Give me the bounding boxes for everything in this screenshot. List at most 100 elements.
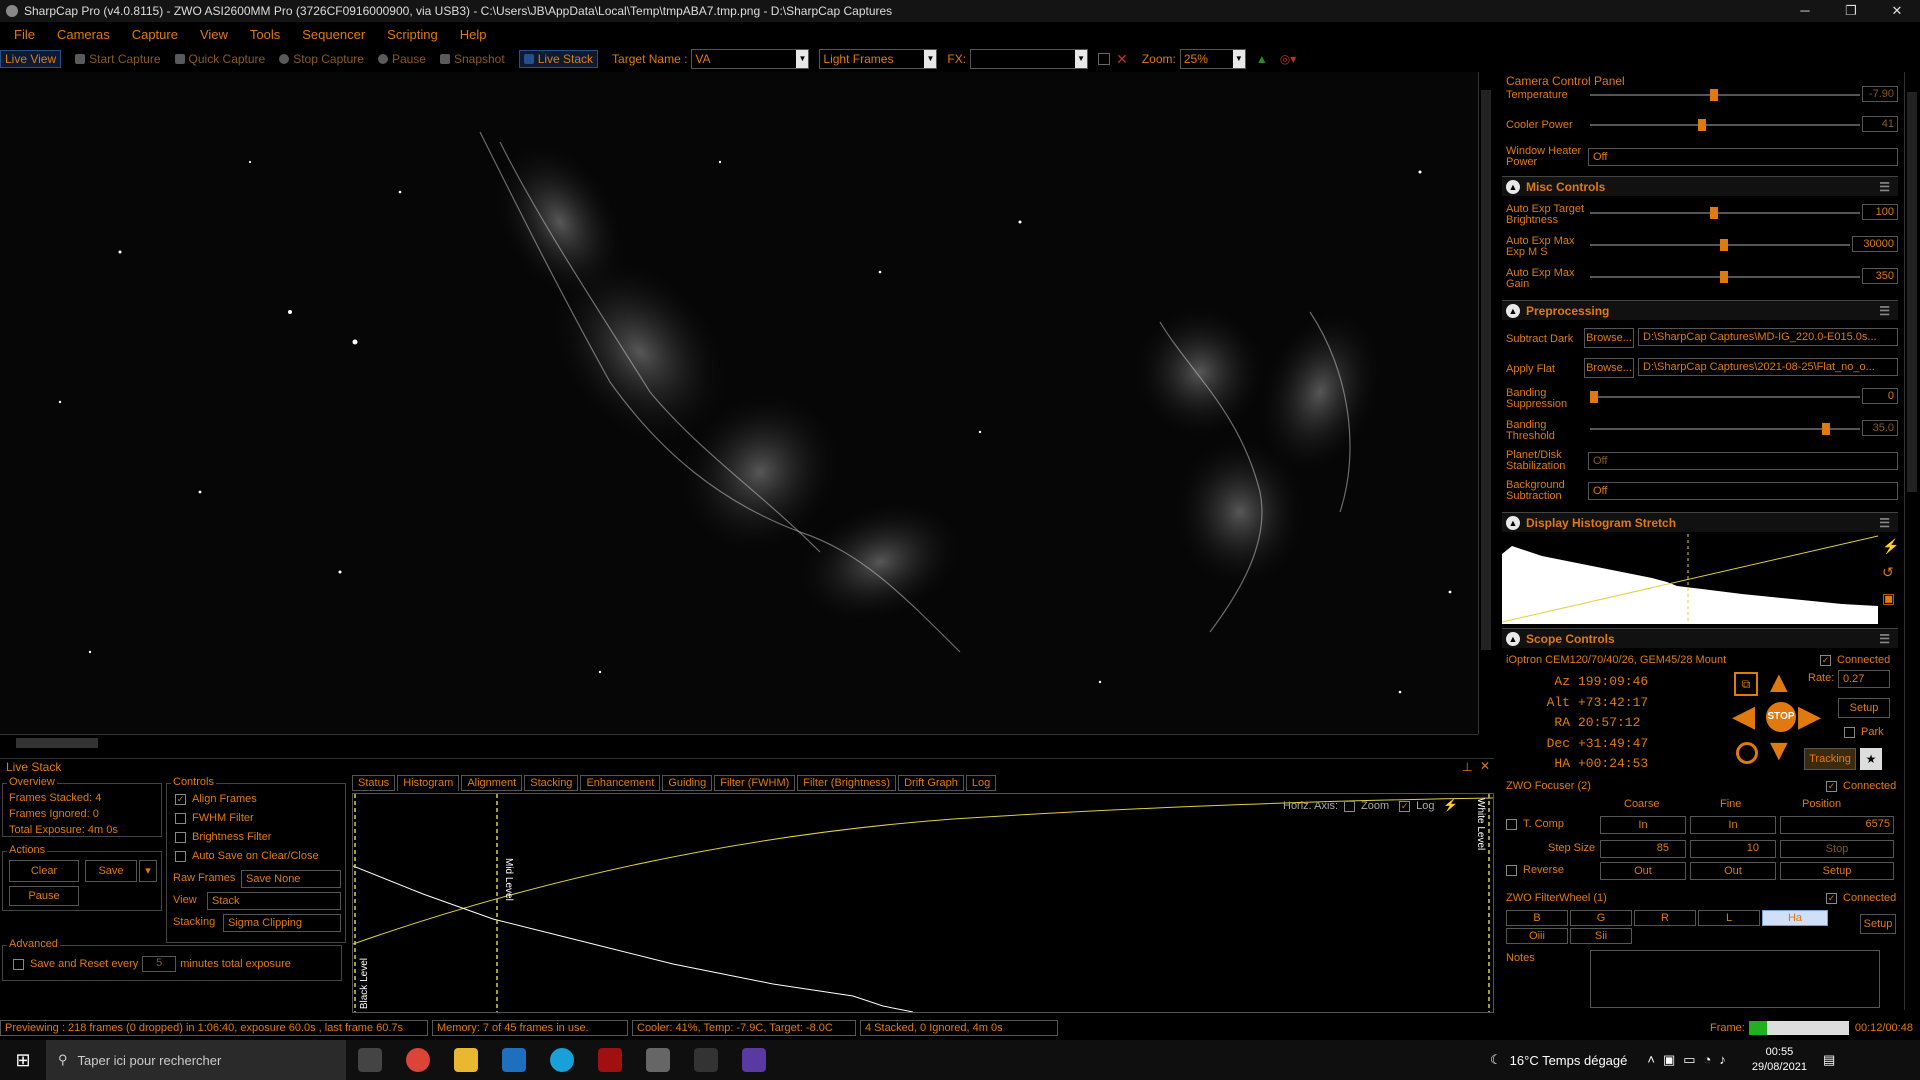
chevron-up-icon[interactable]: ▲ xyxy=(1506,303,1520,318)
filter-sii-button[interactable]: Sii xyxy=(1570,928,1632,944)
east-arrow-icon[interactable]: ▶ xyxy=(1798,702,1821,732)
chrome-icon[interactable] xyxy=(406,1048,430,1072)
banding-threshold-slider[interactable] xyxy=(1590,423,1860,435)
grid-icon[interactable] xyxy=(1098,53,1111,65)
task-view-icon[interactable] xyxy=(358,1048,382,1072)
reverse-checkbox[interactable]: Reverse xyxy=(1506,864,1564,876)
menu-help[interactable]: Help xyxy=(460,27,487,42)
focus-out-fine-button[interactable]: Out xyxy=(1690,862,1776,880)
focus-out-coarse-button[interactable]: Out xyxy=(1600,862,1686,880)
notifications-icon[interactable]: ▤ xyxy=(1823,1052,1835,1068)
west-arrow-icon[interactable]: ◀ xyxy=(1732,702,1755,732)
autosave-checkbox[interactable]: Auto Save on Clear/Close xyxy=(175,847,319,866)
temperature-slider[interactable] xyxy=(1590,89,1860,101)
tcomp-checkbox[interactable]: T. Comp xyxy=(1506,818,1564,830)
ae-target-slider[interactable] xyxy=(1590,207,1860,219)
frame-type-select[interactable]: Light Frames ▼ xyxy=(819,49,938,69)
close-button[interactable]: ✕ xyxy=(1874,3,1920,19)
maximize-button[interactable]: ❐ xyxy=(1828,3,1874,19)
chevron-up-icon[interactable]: ▲ xyxy=(1506,179,1520,194)
save-reset-checkbox[interactable] xyxy=(13,958,24,970)
banding-suppression-value[interactable]: 0 xyxy=(1862,388,1898,404)
park-checkbox[interactable]: Park xyxy=(1844,726,1884,738)
chevron-down-icon[interactable]: ▼ xyxy=(924,50,937,68)
system-tray-icons[interactable]: ˄▣▭◔♪ xyxy=(1647,1052,1734,1068)
zoom-tool-icon[interactable]: ◎▾ xyxy=(1280,52,1297,66)
telescope-app-icon[interactable] xyxy=(694,1048,718,1072)
menu-scripting[interactable]: Scripting xyxy=(387,27,438,42)
tab-stacking[interactable]: Stacking xyxy=(524,775,579,791)
quick-capture-button[interactable]: Quick Capture xyxy=(174,52,265,66)
chevron-up-icon[interactable]: ▲ xyxy=(1506,631,1520,646)
tab-guiding[interactable]: Guiding xyxy=(662,775,713,791)
ae-maxgain-slider[interactable] xyxy=(1590,271,1860,283)
filter-ha-button[interactable]: Ha xyxy=(1762,910,1828,926)
tab-alignment[interactable]: Alignment xyxy=(461,775,523,791)
scrollbar-thumb[interactable] xyxy=(16,738,98,748)
tab-filter-brightness[interactable]: Filter (Brightness) xyxy=(797,775,897,791)
mid-level-label[interactable]: Mid Level xyxy=(503,858,514,901)
pause-stack-button[interactable]: Pause xyxy=(9,886,79,906)
menu-icon[interactable]: ☰ xyxy=(1879,632,1890,646)
scope-connected-checkbox[interactable]: ✓ Connected xyxy=(1820,654,1890,666)
minimize-button[interactable]: ─ xyxy=(1782,3,1828,19)
pause-button[interactable]: Pause xyxy=(377,52,426,66)
fx-select[interactable]: ▼ xyxy=(970,49,1089,69)
banding-threshold-value[interactable]: 35.0 xyxy=(1862,420,1898,436)
misc-controls-header[interactable]: ▲ Misc Controls ☰ xyxy=(1502,176,1898,196)
notes-textarea[interactable] xyxy=(1590,950,1880,1008)
auto-stretch-icon[interactable]: ⚡ xyxy=(1882,538,1899,555)
planet-stabilization-select[interactable]: Off xyxy=(1588,452,1898,470)
slider-thumb[interactable] xyxy=(1590,391,1598,403)
windows-start-icon[interactable]: ⊞ xyxy=(0,1050,46,1071)
clear-button[interactable]: Clear xyxy=(9,860,79,882)
slider-thumb[interactable] xyxy=(1710,207,1718,219)
menu-view[interactable]: View xyxy=(200,27,228,42)
fwhm-filter-checkbox[interactable]: FWHM Filter xyxy=(175,809,319,828)
focuser-setup-button[interactable]: Setup xyxy=(1780,862,1894,880)
file-explorer-icon[interactable] xyxy=(454,1048,478,1072)
slider-thumb[interactable] xyxy=(1720,271,1728,283)
preprocessing-header[interactable]: ▲ Preprocessing ☰ xyxy=(1502,300,1898,320)
close-panel-icon[interactable]: ✕ xyxy=(1480,759,1490,773)
flat-file-select[interactable]: D:\SharpCap Captures\2021-08-25\Flat_no_… xyxy=(1638,358,1898,376)
slider-thumb[interactable] xyxy=(1698,119,1706,131)
stop-button[interactable]: STOP xyxy=(1766,702,1796,732)
histogram-stretch-header[interactable]: ▲ Display Histogram Stretch ☰ xyxy=(1502,512,1898,532)
reticle-icon[interactable]: ✕ xyxy=(1116,51,1128,68)
filterwheel-connected-checkbox[interactable]: ✓ Connected xyxy=(1826,892,1896,904)
ae-maxexp-slider[interactable] xyxy=(1590,239,1850,251)
tab-drift-graph[interactable]: Drift Graph xyxy=(898,775,964,791)
brightness-filter-checkbox[interactable]: Brightness Filter xyxy=(175,828,319,847)
taskbar-search-box[interactable]: ⚲ Taper ici pour rechercher xyxy=(46,1040,346,1080)
target-name-input[interactable]: VA ▼ xyxy=(691,49,810,69)
focuser-stop-button[interactable]: Stop xyxy=(1780,840,1894,858)
menu-cameras[interactable]: Cameras xyxy=(57,27,110,42)
focuser-connected-checkbox[interactable]: ✓ Connected xyxy=(1826,780,1896,792)
chevron-up-icon[interactable]: ▲ xyxy=(1506,515,1520,530)
filter-b-button[interactable]: B xyxy=(1506,910,1568,926)
log-checkbox[interactable]: ✓ xyxy=(1399,800,1411,812)
tab-filter-fwhm[interactable]: Filter (FWHM) xyxy=(714,775,796,791)
live-view-button[interactable]: Live View xyxy=(0,50,62,68)
save-stretch-icon[interactable]: ▣ xyxy=(1882,590,1895,607)
filterwheel-setup-button[interactable]: Setup xyxy=(1860,914,1896,934)
scope-controls-header[interactable]: ▲ Scope Controls ☰ xyxy=(1502,628,1898,648)
slider-thumb[interactable] xyxy=(1720,239,1728,251)
menu-tools[interactable]: Tools xyxy=(250,27,280,42)
filter-oiii-button[interactable]: Oiii xyxy=(1506,928,1568,944)
stacking-select[interactable]: Sigma Clipping xyxy=(223,914,341,932)
save-reset-minutes-input[interactable]: 5 xyxy=(142,956,177,972)
scope-setup-button[interactable]: Setup xyxy=(1838,698,1890,718)
align-frames-checkbox[interactable]: ✓ Align Frames xyxy=(175,790,319,809)
snapshot-button[interactable]: Snapshot xyxy=(439,52,505,66)
menu-capture[interactable]: Capture xyxy=(132,27,178,42)
chevron-down-icon[interactable]: ▼ xyxy=(796,50,809,68)
sharpcap-icon[interactable] xyxy=(646,1048,670,1072)
white-level-label[interactable]: White Level xyxy=(1475,798,1486,850)
tab-histogram[interactable]: Histogram xyxy=(397,775,460,791)
viewer-horizontal-scrollbar[interactable] xyxy=(0,734,1478,750)
filter-g-button[interactable]: G xyxy=(1570,910,1632,926)
stellarium-icon[interactable] xyxy=(742,1048,766,1072)
cooler-power-slider[interactable] xyxy=(1590,119,1860,131)
